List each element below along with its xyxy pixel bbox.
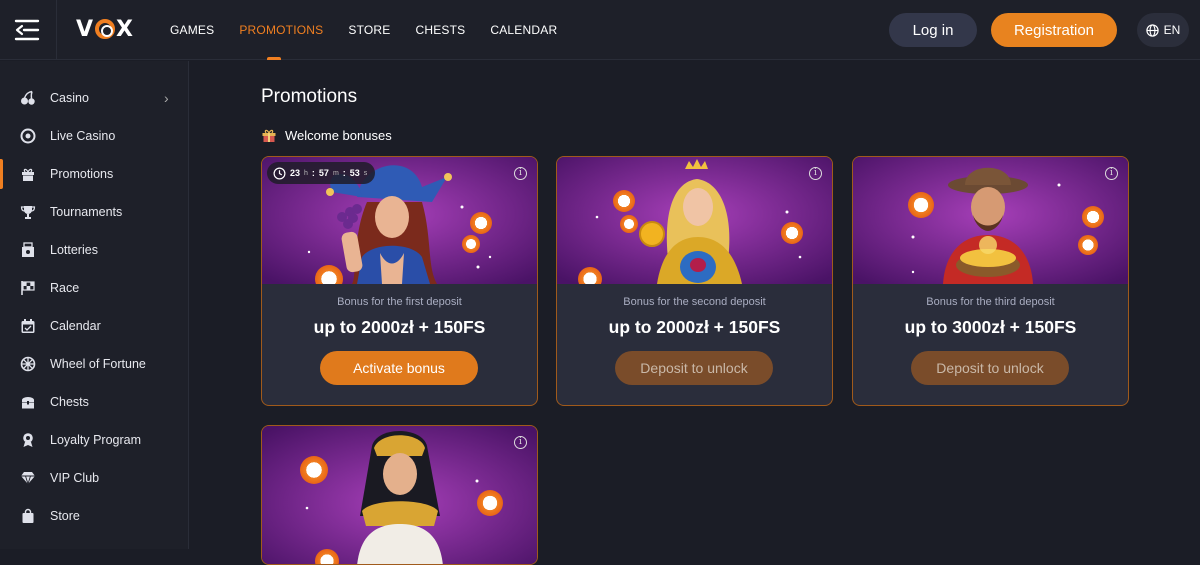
sidebar-item-tournaments[interactable]: Tournaments xyxy=(0,193,188,231)
trophy-icon xyxy=(20,204,36,220)
activate-bonus-button[interactable]: Activate bonus xyxy=(320,351,478,385)
wheel-icon xyxy=(20,356,36,372)
registration-button[interactable]: Registration xyxy=(991,13,1117,47)
sidebar-item-label: Race xyxy=(50,281,80,295)
logo-divider xyxy=(56,0,57,60)
timer-hours: 23 xyxy=(290,168,301,178)
sidebar-item-label: Store xyxy=(50,509,80,523)
sidebar-item-label: Loyalty Program xyxy=(50,433,142,447)
info-icon[interactable]: i xyxy=(514,167,527,180)
sidebar-item-loyalty-program[interactable]: Loyalty Program xyxy=(0,421,188,459)
sidebar-item-label: Lotteries xyxy=(50,243,98,257)
bonus-amount: up to 3000zł + 150FS xyxy=(904,317,1077,337)
language-code: EN xyxy=(1163,23,1181,37)
login-button[interactable]: Log in xyxy=(889,13,977,47)
timer-seconds-unit: s xyxy=(363,169,368,177)
nav-promotions[interactable]: PROMOTIONS xyxy=(239,0,323,60)
chevron-right-icon[interactable]: › xyxy=(164,90,169,106)
sidebar-item-label: VIP Club xyxy=(50,471,100,485)
deposit-to-unlock-button[interactable]: Deposit to unlock xyxy=(615,351,773,385)
nav-games[interactable]: GAMES xyxy=(170,0,214,60)
deposit-to-unlock-button[interactable]: Deposit to unlock xyxy=(911,351,1069,385)
page-title: Promotions xyxy=(261,86,358,107)
main-nav: GAMES PROMOTIONS STORE CHESTS CALENDAR xyxy=(170,0,557,60)
timer-minutes-unit: m xyxy=(332,169,339,177)
timer-minutes: 57 xyxy=(318,168,329,178)
gift-icon xyxy=(20,166,36,182)
sidebar-item-live-casino[interactable]: Live Casino xyxy=(0,117,188,155)
chest-icon xyxy=(20,394,36,410)
cherries-icon xyxy=(20,90,36,106)
sidebar-item-label: Tournaments xyxy=(50,205,123,219)
diamond-icon xyxy=(20,470,36,486)
sidebar-item-calendar[interactable]: Calendar xyxy=(0,307,188,345)
casino-chip-icon xyxy=(20,128,36,144)
sidebar-item-label: Live Casino xyxy=(50,129,116,143)
bonus-subtitle: Bonus for the second deposit xyxy=(623,296,766,308)
sidebar-item-wheel-of-fortune[interactable]: Wheel of Fortune xyxy=(0,345,188,383)
checkered-flag-icon xyxy=(20,280,36,296)
bonus-art-jester: 23 h : 57 m : 53 s xyxy=(262,157,537,284)
timer-hours-unit: h xyxy=(304,169,308,177)
lottery-icon xyxy=(20,242,36,258)
globe-icon xyxy=(1145,23,1159,37)
nav-calendar[interactable]: CALENDAR xyxy=(490,0,557,60)
info-icon[interactable]: i xyxy=(514,436,527,449)
timer-seconds: 53 xyxy=(349,168,360,178)
logo[interactable]: VX xyxy=(76,17,134,42)
sidebar-item-label: Wheel of Fortune xyxy=(50,357,146,371)
bonus-amount: up to 2000zł + 150FS xyxy=(608,317,781,337)
calendar-icon xyxy=(20,318,36,334)
section-title: Welcome bonuses xyxy=(285,127,392,143)
sidebar-item-store[interactable]: Store xyxy=(0,497,188,535)
info-icon[interactable]: i xyxy=(1105,167,1118,180)
sidebar-item-vip-club[interactable]: VIP Club xyxy=(0,459,188,497)
info-icon[interactable]: i xyxy=(809,167,822,180)
sidebar-item-race[interactable]: Race xyxy=(0,269,188,307)
timer-sep: : xyxy=(311,168,315,178)
bonus-subtitle: Bonus for the first deposit xyxy=(337,296,462,308)
bonus-card-second-deposit[interactable]: i Bonus for the second deposit up to 200… xyxy=(556,156,833,406)
bonus-art-cleopatra xyxy=(262,426,537,564)
sidebar-item-chests[interactable]: Chests xyxy=(0,383,188,421)
sidebar-item-casino[interactable]: Casino › xyxy=(0,79,188,117)
nav-chests[interactable]: CHESTS xyxy=(415,0,465,60)
countdown-timer: 23 h : 57 m : 53 s xyxy=(267,162,376,184)
bonus-card-egyptian[interactable]: i xyxy=(261,425,538,565)
section-welcome-bonuses: Welcome bonuses xyxy=(261,127,392,143)
language-selector[interactable]: EN xyxy=(1137,13,1189,47)
bonus-art-queen xyxy=(557,157,832,284)
sidebar-item-promotions[interactable]: Promotions xyxy=(0,155,188,193)
sidebar-item-label: Calendar xyxy=(50,319,101,333)
gift-box-icon xyxy=(262,129,276,142)
medal-icon xyxy=(20,432,36,448)
sidebar-item-label: Promotions xyxy=(50,167,114,181)
bonus-amount: up to 2000zł + 150FS xyxy=(313,317,486,337)
bonus-card-first-deposit[interactable]: 23 h : 57 m : 53 s i Bonus for the first de… xyxy=(261,156,538,406)
nav-store[interactable]: STORE xyxy=(348,0,390,60)
collapse-menu-icon[interactable] xyxy=(14,18,42,42)
sidebar-item-lotteries[interactable]: Lotteries xyxy=(0,231,188,269)
bonus-art-cowboy xyxy=(853,157,1128,284)
sidebar: Casino › Live Casino Promotions Tourname… xyxy=(0,61,189,549)
sidebar-item-label: Chests xyxy=(50,395,89,409)
bonus-card-third-deposit[interactable]: i Bonus for the third deposit up to 3000… xyxy=(852,156,1129,406)
main-content: Promotions Welcome bonuses 23 h: 57 m:… xyxy=(190,61,1200,565)
top-bar: VX GAMES PROMOTIONS STORE CHESTS CALENDA… xyxy=(0,0,1200,60)
clock-icon xyxy=(273,167,286,179)
sidebar-item-more[interactable] xyxy=(0,535,188,549)
shopping-bag-icon xyxy=(20,508,36,524)
sidebar-item-label: Casino xyxy=(50,91,89,105)
bonus-subtitle: Bonus for the third deposit xyxy=(926,296,1055,308)
timer-sep: : xyxy=(342,168,346,178)
